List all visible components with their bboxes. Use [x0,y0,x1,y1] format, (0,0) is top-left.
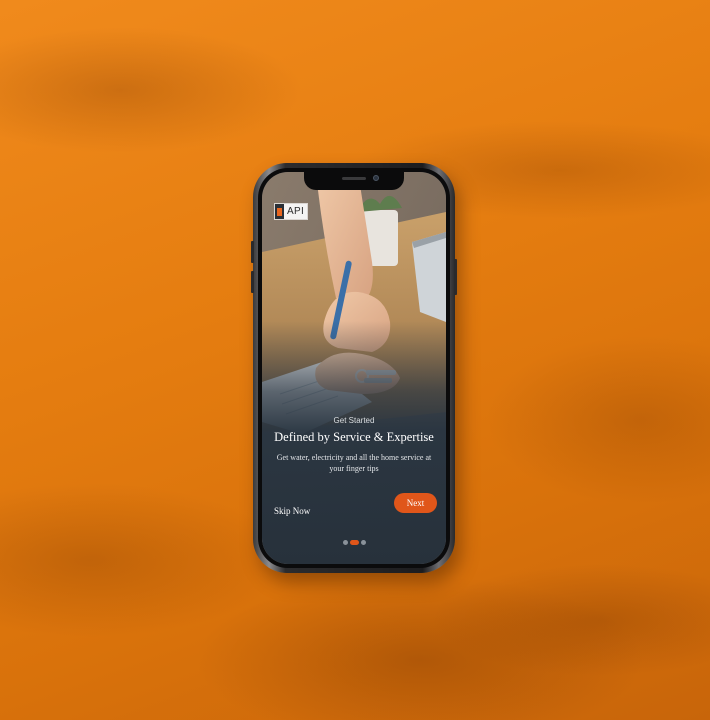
onboarding-subtitle: Get water, electricity and all the home … [276,453,432,473]
page-indicator [262,540,446,545]
onboarding-eyebrow: Get Started [333,416,375,425]
front-camera-icon [373,175,379,181]
page-dot[interactable] [360,540,366,545]
phone-volume-button [251,241,254,263]
page-dot-active[interactable] [349,540,359,545]
logo-mark-icon [275,204,284,219]
skip-now-link[interactable]: Skip Now [274,501,310,521]
phone-volume-button [251,271,254,293]
logo-text: API [284,204,308,219]
phone-notch [304,172,404,190]
phone-power-button [454,259,457,295]
earpiece-speaker [342,177,366,180]
api-logo: API [274,203,309,220]
onboarding-title: Defined by Service & Expertise [274,430,434,444]
page-dot[interactable] [342,540,348,545]
onboarding-screen: API Get Started Defined by Service & Exp… [262,172,446,564]
next-button[interactable]: Next [394,493,437,513]
phone-mockup: API Get Started Defined by Service & Exp… [251,163,457,573]
